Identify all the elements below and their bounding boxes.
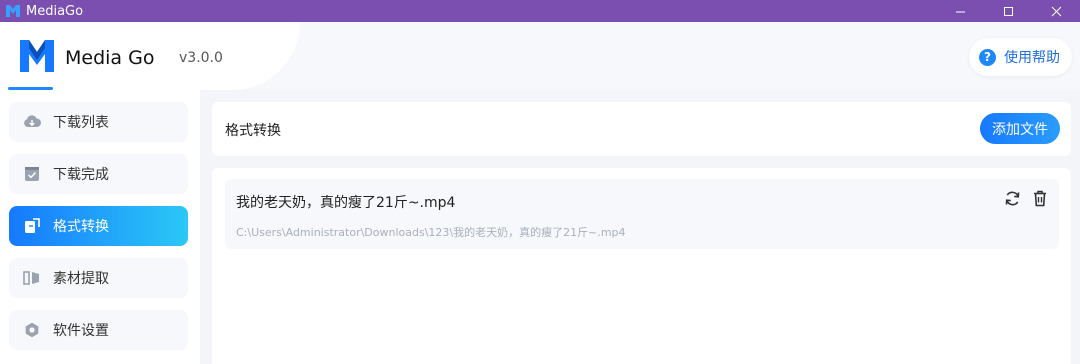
sidebar: 下载列表 下载完成 格式转换 素材提取 软件设置: [0, 90, 200, 364]
add-file-button[interactable]: 添加文件: [980, 113, 1060, 144]
help-icon: ?: [979, 48, 996, 66]
convert-refresh-icon[interactable]: [1003, 189, 1021, 207]
maximize-icon: [1003, 6, 1013, 16]
app-version: v3.0.0: [179, 50, 223, 66]
cloud-download-icon: [23, 113, 41, 131]
sidebar-item-label: 下载完成: [53, 167, 109, 183]
close-button[interactable]: [1032, 0, 1080, 22]
sidebar-item-download-complete[interactable]: 下载完成: [9, 154, 188, 194]
convert-icon: [23, 217, 41, 235]
help-button[interactable]: ? 使用帮助: [969, 38, 1072, 76]
file-path: C:\Users\Administrator\Downloads\123\我的老…: [236, 226, 626, 239]
help-label: 使用帮助: [1004, 50, 1060, 66]
check-box-icon: [23, 165, 41, 183]
sidebar-item-label: 下载列表: [53, 115, 109, 131]
main-content: 格式转换 添加文件 我的老天奶，真的瘦了21斤~.mp4 C:\Users\Ad…: [200, 90, 1080, 364]
minimize-icon: [955, 11, 965, 12]
brand-name: Media Go: [65, 47, 155, 69]
app-header: Media Go v3.0.0 ? 使用帮助: [0, 22, 1080, 90]
sidebar-item-material-extract[interactable]: 素材提取: [9, 258, 188, 298]
mediago-logo-icon: [20, 40, 54, 72]
app-logo-icon: [6, 5, 20, 17]
sidebar-item-download-list[interactable]: 下载列表: [9, 102, 188, 142]
toolbar-panel: 格式转换 添加文件: [212, 102, 1071, 156]
maximize-button[interactable]: [984, 0, 1032, 22]
window-title: MediaGo: [26, 3, 84, 19]
sidebar-item-label: 格式转换: [53, 219, 109, 235]
page-title: 格式转换: [225, 123, 281, 139]
file-list: 我的老天奶，真的瘦了21斤~.mp4 C:\Users\Administrato…: [212, 168, 1071, 364]
sidebar-item-settings[interactable]: 软件设置: [9, 310, 188, 350]
sidebar-item-label: 软件设置: [53, 323, 109, 339]
title-bar: MediaGo: [0, 0, 1080, 22]
file-name: 我的老天奶，真的瘦了21斤~.mp4: [236, 195, 456, 211]
list-item[interactable]: 我的老天奶，真的瘦了21斤~.mp4 C:\Users\Administrato…: [225, 179, 1059, 249]
minimize-button[interactable]: [936, 0, 984, 22]
trash-icon[interactable]: [1031, 189, 1049, 207]
settings-icon: [23, 321, 41, 339]
extract-icon: [23, 269, 41, 287]
close-icon: [1051, 6, 1061, 16]
sidebar-item-format-convert[interactable]: 格式转换: [9, 206, 188, 246]
sidebar-item-label: 素材提取: [53, 271, 109, 287]
